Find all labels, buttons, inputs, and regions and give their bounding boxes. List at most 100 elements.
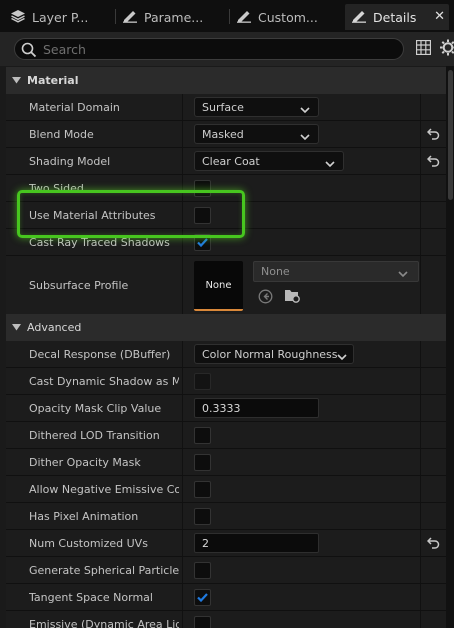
opacity-mask-clip-input[interactable]: 0.3333 [194, 398, 319, 418]
column-divider [420, 175, 421, 201]
checkmark-icon [197, 593, 208, 603]
tab-label: Details [373, 9, 417, 25]
dithered-lod-checkbox[interactable] [194, 427, 211, 444]
chevron-down-icon [337, 351, 347, 364]
search-bar [0, 32, 454, 66]
pencil-icon [236, 9, 252, 26]
use-selected-asset-icon[interactable] [258, 289, 273, 307]
property-row-two-sided: Two Sided [6, 175, 446, 202]
property-row-allow-negative-emissive: Allow Negative Emissive Color [6, 476, 446, 503]
property-label: Dither Opacity Mask [29, 455, 141, 469]
close-icon[interactable]: ✕ [434, 9, 445, 24]
tab-custom[interactable]: Custom... [236, 4, 340, 30]
chevron-down-icon [398, 268, 408, 281]
column-divider [420, 121, 421, 147]
tab-divider [115, 9, 116, 24]
property-label: Has Pixel Animation [29, 509, 139, 523]
emissive-dynamic-checkbox[interactable] [194, 616, 211, 628]
pencil-icon [122, 9, 138, 26]
settings-gear-icon[interactable] [440, 39, 454, 59]
column-divider [182, 503, 183, 529]
property-row-emissive-dynamic-area-light: Emissive (Dynamic Area Lig... [6, 611, 446, 628]
property-row-cast-ray-traced-shadows: Cast Ray Traced Shadows [6, 229, 446, 256]
chevron-down-icon [325, 158, 335, 171]
details-panel: Material Material Domain Surface Blend M… [0, 66, 454, 628]
spherical-particle-checkbox[interactable] [194, 562, 211, 579]
reset-to-default-icon[interactable] [426, 155, 440, 170]
column-divider [182, 557, 183, 583]
column-divider [182, 530, 183, 556]
property-label: Blend Mode [29, 127, 94, 141]
property-label: Tangent Space Normal [29, 590, 153, 604]
column-divider [420, 229, 421, 255]
property-label: Shading Model [29, 154, 111, 168]
property-label: Generate Spherical Particle... [29, 563, 179, 577]
column-divider [420, 94, 421, 120]
pixel-animation-checkbox[interactable] [194, 508, 211, 525]
column-divider [182, 584, 183, 610]
checkmark-icon [197, 238, 208, 248]
tab-label: Custom... [258, 9, 318, 25]
subsurface-profile-thumbnail[interactable]: None [194, 261, 243, 311]
column-divider [420, 256, 421, 315]
column-divider [420, 341, 421, 367]
shading-model-dropdown[interactable]: Clear Coat [194, 151, 344, 171]
subsurface-profile-asset-picker[interactable]: None [253, 261, 419, 282]
dropdown-value: Color Normal Roughness [202, 347, 338, 361]
property-row-use-material-attributes: Use Material Attributes [6, 202, 446, 229]
cast-ray-traced-shadows-checkbox[interactable] [194, 234, 211, 251]
dropdown-value: Surface [202, 100, 244, 114]
num-customized-uvs-input[interactable]: 2 [194, 533, 319, 553]
decal-response-dropdown[interactable]: Color Normal Roughness [194, 344, 354, 364]
scrollbar-thumb[interactable] [448, 70, 453, 200]
section-title: Material [27, 74, 79, 87]
reset-to-default-icon[interactable] [426, 128, 440, 143]
property-label: Use Material Attributes [29, 208, 156, 222]
two-sided-checkbox[interactable] [194, 180, 211, 197]
property-row-material-domain: Material Domain Surface [6, 94, 446, 121]
tab-label: Layer P... [32, 9, 89, 25]
column-divider [182, 449, 183, 475]
property-label: Cast Dynamic Shadow as M... [29, 374, 179, 388]
use-material-attributes-checkbox[interactable] [194, 207, 211, 224]
column-divider [420, 449, 421, 475]
property-row-num-customized-uvs: Num Customized UVs 2 [6, 530, 446, 557]
column-divider [420, 422, 421, 448]
property-row-spherical-particle: Generate Spherical Particle... [6, 557, 446, 584]
section-header-material[interactable]: Material [6, 67, 446, 94]
browse-folder-icon[interactable] [284, 288, 301, 307]
property-row-blend-mode: Blend Mode Masked [6, 121, 446, 148]
column-divider [182, 148, 183, 174]
column-divider [420, 503, 421, 529]
tab-label: Parame... [144, 9, 204, 25]
column-divider [420, 476, 421, 502]
tangent-space-normal-checkbox[interactable] [194, 589, 211, 606]
dither-opacity-checkbox[interactable] [194, 454, 211, 471]
tab-layer-parameters[interactable]: Layer P... [10, 4, 110, 30]
cast-dynamic-shadow-checkbox[interactable] [194, 373, 211, 390]
property-label: Two Sided [29, 181, 84, 195]
property-label: Decal Response (DBuffer) [29, 347, 171, 361]
reset-to-default-icon[interactable] [426, 537, 440, 552]
tab-details[interactable]: Details ✕ [345, 4, 449, 30]
section-header-advanced[interactable]: Advanced [6, 314, 446, 341]
property-row-opacity-mask-clip: Opacity Mask Clip Value 0.3333 [6, 395, 446, 422]
property-label: Opacity Mask Clip Value [29, 401, 162, 415]
search-input[interactable] [41, 41, 391, 57]
allow-negative-emissive-checkbox[interactable] [194, 481, 211, 498]
column-divider [182, 94, 183, 120]
blend-mode-dropdown[interactable]: Masked [194, 124, 319, 144]
column-divider [182, 202, 183, 228]
property-row-tangent-space-normal: Tangent Space Normal [6, 584, 446, 611]
column-divider [420, 584, 421, 610]
column-divider [420, 148, 421, 174]
column-divider [182, 175, 183, 201]
column-divider [182, 611, 183, 628]
grid-view-icon[interactable] [415, 39, 432, 58]
thumbnail-label: None [205, 279, 232, 291]
material-domain-dropdown[interactable]: Surface [194, 97, 319, 117]
tab-parameters[interactable]: Parame... [122, 4, 226, 30]
chevron-down-icon [12, 74, 21, 87]
dropdown-value: Masked [202, 127, 244, 141]
property-label: Material Domain [29, 100, 120, 114]
